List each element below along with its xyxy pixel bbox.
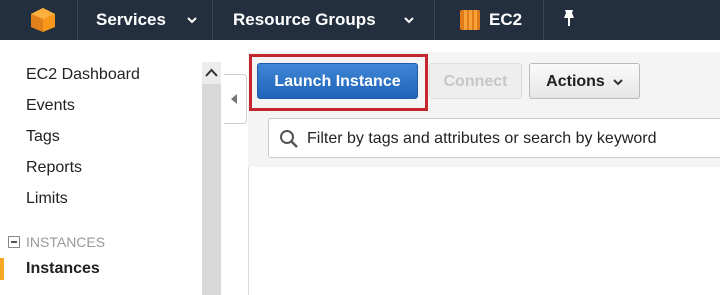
aws-cube-logo-icon[interactable]	[30, 7, 56, 33]
actions-label: Actions	[546, 73, 605, 90]
services-menu[interactable]: Services	[96, 0, 166, 40]
filter-search-box[interactable]	[268, 118, 720, 158]
sidebar: EC2 Dashboard Events Tags Reports Limits…	[0, 40, 202, 295]
chevron-down-icon	[404, 17, 414, 24]
active-indicator	[0, 258, 4, 280]
sidebar-item-ec2-dashboard[interactable]: EC2 Dashboard	[26, 66, 140, 84]
collapse-section-icon[interactable]	[8, 236, 20, 248]
section-label: INSTANCES	[26, 234, 106, 250]
resource-groups-menu[interactable]: Resource Groups	[233, 0, 376, 40]
caret-left-icon	[231, 94, 237, 104]
sidebar-item-reports[interactable]: Reports	[26, 159, 82, 177]
chevron-down-icon	[187, 17, 197, 24]
caret-down-icon	[613, 79, 623, 86]
sidebar-item-limits[interactable]: Limits	[26, 190, 68, 208]
filter-input[interactable]	[305, 124, 709, 154]
nav-divider	[212, 0, 213, 40]
nav-divider	[543, 0, 544, 40]
top-navigation-bar: Services Resource Groups EC2	[0, 0, 720, 40]
search-icon	[280, 130, 298, 148]
sidebar-item-events[interactable]: Events	[26, 97, 75, 115]
launch-instance-highlight	[249, 54, 428, 111]
chevron-up-icon	[205, 68, 218, 77]
scroll-up-button[interactable]	[202, 62, 221, 84]
resource-groups-label: Resource Groups	[233, 10, 376, 29]
sidebar-item-tags[interactable]: Tags	[26, 128, 60, 146]
connect-button[interactable]: Connect	[429, 63, 522, 99]
ec2-label: EC2	[489, 10, 523, 29]
content-divider	[248, 167, 249, 295]
collapse-sidebar-button[interactable]	[224, 74, 247, 124]
pin-icon[interactable]	[560, 8, 578, 30]
ec2-service-link[interactable]: EC2	[489, 0, 522, 40]
services-label: Services	[96, 10, 166, 29]
sidebar-section-instances[interactable]: INSTANCES	[8, 234, 105, 250]
actions-dropdown-button[interactable]: Actions	[529, 63, 640, 99]
nav-divider	[77, 0, 78, 40]
nav-divider	[434, 0, 435, 40]
sidebar-item-instances[interactable]: Instances	[26, 260, 100, 278]
ec2-service-icon	[460, 10, 480, 30]
sidebar-scrollbar[interactable]	[202, 62, 221, 295]
